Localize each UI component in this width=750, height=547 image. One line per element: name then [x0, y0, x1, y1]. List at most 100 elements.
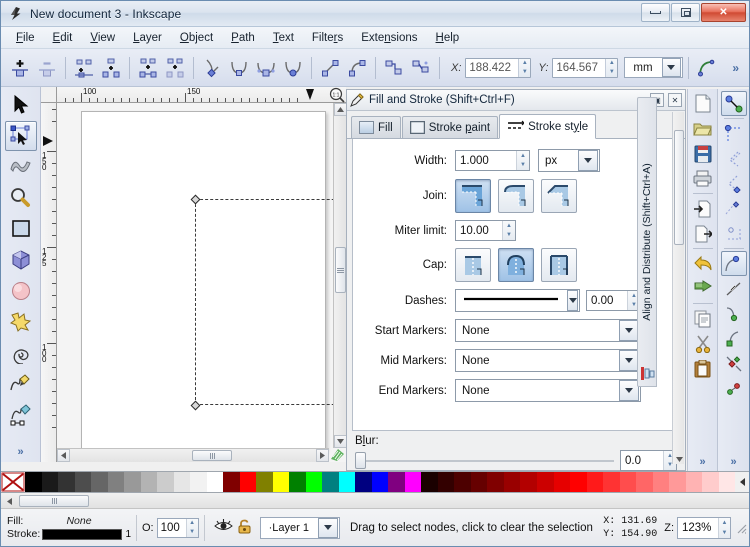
palette-swatch[interactable]: [58, 472, 75, 492]
insert-node-icon[interactable]: [7, 55, 33, 81]
palette-swatch[interactable]: [190, 472, 207, 492]
cut-button[interactable]: [690, 331, 716, 356]
node-line-icon[interactable]: [317, 55, 343, 81]
delete-segment-icon[interactable]: [162, 55, 188, 81]
miter-spin-arrows[interactable]: ▲ ▼: [502, 221, 515, 240]
canvas-vscroll-thumb[interactable]: [335, 247, 346, 293]
palette-scroll-left-arrow[interactable]: [3, 495, 16, 507]
menu-help[interactable]: Help: [427, 30, 469, 46]
tweak-tool[interactable]: [5, 152, 37, 182]
palette-swatch[interactable]: [305, 472, 323, 492]
palette-swatch[interactable]: [421, 472, 438, 492]
stroke-to-path-icon[interactable]: [408, 55, 434, 81]
miter-limit-spinner[interactable]: ▲ ▼: [455, 220, 516, 241]
width-spin-up[interactable]: ▲: [517, 151, 529, 161]
snap-bbox-edges-button[interactable]: [721, 146, 747, 171]
dock-scrollbar[interactable]: [672, 112, 684, 464]
menu-filters[interactable]: Filters: [303, 30, 352, 46]
palette-scroll-thumb[interactable]: [19, 495, 89, 507]
unit-dropdown-button[interactable]: [661, 58, 681, 77]
miter-limit-input[interactable]: [456, 221, 502, 240]
palette-swatch-none[interactable]: [1, 472, 25, 492]
join-miter-button[interactable]: [455, 179, 491, 213]
snap-bbox-corners-button[interactable]: [721, 171, 747, 196]
palette-swatch[interactable]: [553, 472, 571, 492]
opacity-spin-arrows[interactable]: ▲ ▼: [185, 518, 198, 537]
x-spin-up[interactable]: ▲: [519, 59, 530, 68]
commands-overflow-button[interactable]: »: [699, 456, 705, 468]
end-markers-dropdown[interactable]: [619, 380, 639, 401]
object-to-path-icon[interactable]: [381, 55, 407, 81]
palette-swatch[interactable]: [371, 472, 389, 492]
menu-object[interactable]: Object: [171, 30, 222, 46]
stroke-width-spinner[interactable]: ▲ ▼: [455, 150, 530, 171]
canvas-vertical-scrollbar[interactable]: [333, 103, 347, 448]
palette-swatch[interactable]: [685, 472, 703, 492]
dashes-dropdown-button[interactable]: [567, 290, 578, 311]
minimize-button[interactable]: [641, 3, 670, 22]
node-symmetric-icon[interactable]: [253, 55, 279, 81]
palette-swatch[interactable]: [404, 472, 422, 492]
palette-color-strip[interactable]: [25, 472, 736, 492]
node-editor-tool[interactable]: [4, 121, 37, 151]
delete-node-icon[interactable]: [34, 55, 60, 81]
stroke-width-unit-dropdown[interactable]: [578, 150, 598, 171]
snap-bounding-box-button[interactable]: [721, 121, 747, 146]
pencil-tool[interactable]: [5, 369, 37, 399]
y-spin-down[interactable]: ▼: [606, 68, 617, 77]
palette-swatch[interactable]: [124, 472, 141, 492]
star-tool[interactable]: [5, 307, 37, 337]
palette-swatch[interactable]: [338, 472, 356, 492]
export-button[interactable]: [690, 221, 716, 246]
menu-view[interactable]: View: [81, 30, 124, 46]
palette-swatch[interactable]: [718, 472, 736, 492]
blur-slider-knob[interactable]: [355, 452, 366, 469]
node-curve-icon[interactable]: [344, 55, 370, 81]
drawing-canvas[interactable]: [57, 103, 346, 462]
dock-scroll-down-button[interactable]: [674, 454, 684, 464]
canvas-horizontal-scrollbar[interactable]: [57, 448, 329, 462]
palette-swatch[interactable]: [503, 472, 521, 492]
palette-swatch[interactable]: [437, 472, 455, 492]
stroke-indicator-row[interactable]: Stroke: 1: [7, 528, 131, 541]
blur-value-spinner[interactable]: ▲ ▼: [620, 450, 677, 471]
undo-button[interactable]: [690, 251, 716, 276]
zoom-spin-down[interactable]: ▼: [719, 528, 730, 538]
width-spin-arrows[interactable]: ▲ ▼: [516, 151, 529, 170]
menu-layer[interactable]: Layer: [124, 30, 171, 46]
y-spin-arrows[interactable]: ▲ ▼: [605, 58, 618, 77]
eye-icon[interactable]: [213, 519, 233, 536]
zoom-spinner[interactable]: ▲ ▼: [677, 516, 731, 539]
snap-to-smooth-nodes-button[interactable]: [721, 351, 747, 376]
palette-swatch[interactable]: [74, 472, 92, 492]
menu-path[interactable]: Path: [222, 30, 264, 46]
palette-swatch[interactable]: [669, 472, 686, 492]
palette-swatch[interactable]: [239, 472, 257, 492]
join-bevel-button[interactable]: [541, 179, 577, 213]
new-document-button[interactable]: [690, 91, 716, 116]
color-palette-icon[interactable]: [330, 448, 345, 462]
open-document-button[interactable]: [690, 116, 716, 141]
stroke-width-input[interactable]: [456, 151, 516, 170]
palette-swatch[interactable]: [223, 472, 240, 492]
restore-button[interactable]: [671, 3, 700, 22]
start-markers-combo[interactable]: None: [455, 319, 641, 342]
y-coord-spinner[interactable]: ▲ ▼: [552, 57, 619, 78]
canvas-scroll-right-button[interactable]: [316, 449, 329, 462]
snap-bbox-centers-button[interactable]: [721, 221, 747, 246]
node-auto-icon[interactable]: [280, 55, 306, 81]
dash-offset-input[interactable]: [587, 291, 627, 310]
vertical-ruler[interactable]: 150 125 100: [41, 103, 57, 462]
snap-to-paths-button[interactable]: [721, 276, 747, 301]
palette-swatch[interactable]: [355, 472, 372, 492]
palette-swatch[interactable]: [636, 472, 653, 492]
palette-swatch[interactable]: [41, 472, 59, 492]
ellipse-tool[interactable]: [5, 276, 37, 306]
palette-swatch[interactable]: [619, 472, 637, 492]
mid-markers-dropdown[interactable]: [619, 350, 639, 371]
palette-swatch[interactable]: [322, 472, 339, 492]
tab-fill[interactable]: Fill: [351, 116, 401, 138]
paste-button[interactable]: [690, 356, 716, 381]
palette-swatch[interactable]: [487, 472, 504, 492]
snap-midpoints-button[interactable]: [721, 376, 747, 401]
